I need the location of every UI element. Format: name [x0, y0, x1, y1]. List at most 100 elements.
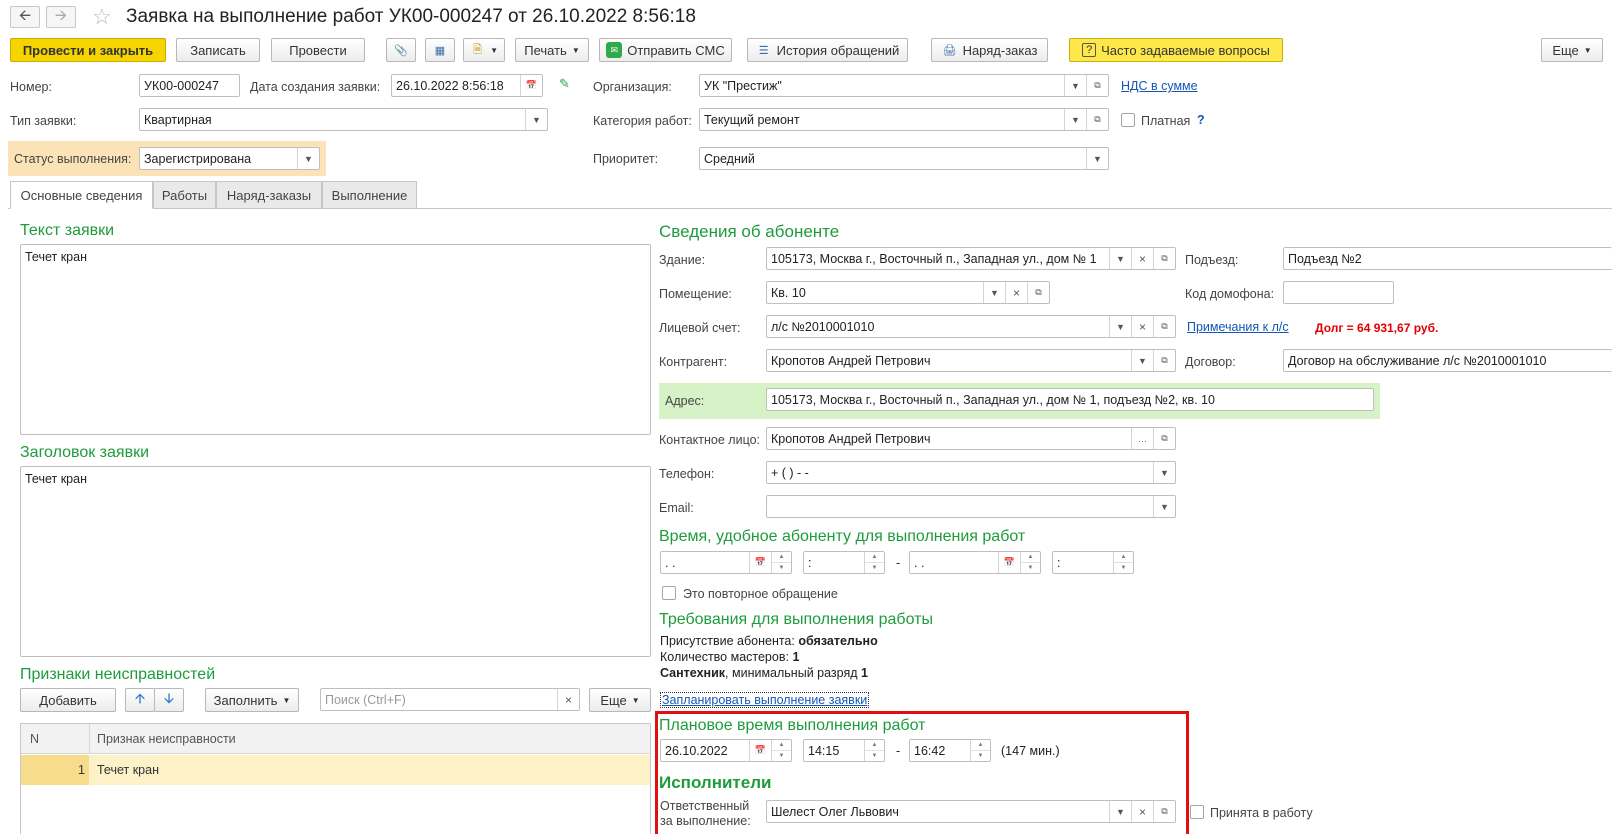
- room-field[interactable]: Кв. 10 ▼ × ⧉: [766, 281, 1050, 304]
- account-notes-link[interactable]: Примечания к л/с: [1187, 320, 1289, 334]
- status-field[interactable]: Зарегистрирована ▼: [139, 147, 320, 170]
- clear-icon[interactable]: ×: [1131, 248, 1153, 269]
- open-icon[interactable]: ⧉: [1086, 109, 1108, 130]
- dropdown-icon[interactable]: ▼: [525, 109, 547, 130]
- org-field[interactable]: УК "Престиж" ▼ ⧉: [699, 74, 1109, 97]
- more-button[interactable]: Еще ▼: [1541, 38, 1603, 62]
- send-sms-button[interactable]: ✉ Отправить СМС: [599, 38, 732, 62]
- date-stepper[interactable]: ▲ ▼: [771, 552, 791, 573]
- tab-main[interactable]: Основные сведения: [10, 181, 153, 209]
- favorite-star-icon[interactable]: ☆: [92, 4, 112, 30]
- created-field[interactable]: 26.10.2022 8:56:18 📅: [391, 74, 543, 97]
- request-heading-area[interactable]: Течет кран: [20, 466, 651, 657]
- attach-button[interactable]: 📎: [386, 38, 416, 62]
- request-text-area[interactable]: Течет кран: [20, 244, 651, 435]
- dropdown-icon[interactable]: ▼: [983, 282, 1005, 303]
- time-stepper[interactable]: ▲ ▼: [970, 740, 990, 761]
- calendar-icon[interactable]: 📅: [749, 552, 771, 573]
- time-stepper[interactable]: ▲ ▼: [864, 740, 884, 761]
- select-ellipsis-icon[interactable]: …: [1131, 428, 1153, 449]
- post-button[interactable]: Провести: [271, 38, 365, 62]
- clear-icon[interactable]: ×: [1131, 316, 1153, 337]
- planned-date-field[interactable]: 26.10.2022 📅 ▲ ▼: [660, 739, 792, 762]
- open-icon[interactable]: ⧉: [1027, 282, 1049, 303]
- dropdown-icon[interactable]: ▼: [1086, 148, 1108, 169]
- time-stepper[interactable]: ▲ ▼: [864, 552, 884, 573]
- dropdown-icon[interactable]: ▼: [1064, 109, 1086, 130]
- add-button[interactable]: Добавить: [20, 688, 116, 712]
- planned-time-to[interactable]: 16:42 ▲ ▼: [909, 739, 991, 762]
- structure-button[interactable]: ▦: [425, 38, 455, 62]
- clear-icon[interactable]: ×: [1005, 282, 1027, 303]
- tab-execution[interactable]: Выполнение: [322, 181, 417, 209]
- contact-field[interactable]: Кропотов Андрей Петрович … ⧉: [766, 427, 1176, 450]
- edit-date-icon[interactable]: ✎: [559, 76, 570, 92]
- dropdown-icon[interactable]: ▼: [297, 148, 319, 169]
- dropdown-icon[interactable]: ▼: [1109, 801, 1131, 822]
- table-more-button[interactable]: Еще ▼: [589, 688, 651, 712]
- history-button[interactable]: ☰ История обращений: [747, 38, 908, 62]
- dropdown-icon[interactable]: ▼: [1131, 350, 1153, 371]
- email-field[interactable]: ▼: [766, 495, 1176, 518]
- paid-checkbox[interactable]: [1121, 113, 1135, 127]
- planned-time-from[interactable]: 14:15 ▲ ▼: [803, 739, 885, 762]
- create-based-button[interactable]: 🗎 ▼: [463, 38, 505, 62]
- building-field[interactable]: 105173, Москва г., Восточный п., Западна…: [766, 247, 1176, 270]
- date-stepper[interactable]: ▲ ▼: [771, 740, 791, 761]
- contractor-field[interactable]: Кропотов Андрей Петрович ▼ ⧉: [766, 349, 1176, 372]
- work-order-button[interactable]: 🖨 Наряд-заказ: [931, 38, 1048, 62]
- dropdown-icon[interactable]: ▼: [1109, 316, 1131, 337]
- number-field[interactable]: УК00-000247: [139, 74, 240, 97]
- calendar-icon[interactable]: 📅: [749, 740, 771, 761]
- entrance-field[interactable]: Подъезд №2: [1283, 247, 1612, 270]
- open-icon[interactable]: ⧉: [1153, 801, 1175, 822]
- back-button[interactable]: 🡨: [10, 6, 40, 28]
- help-link[interactable]: ?: [1197, 113, 1205, 127]
- open-icon[interactable]: ⧉: [1086, 75, 1108, 96]
- plan-execution-link[interactable]: Запланировать выполнение заявки: [660, 692, 870, 708]
- accepted-checkbox[interactable]: [1190, 805, 1204, 819]
- address-field[interactable]: 105173, Москва г., Восточный п., Западна…: [766, 388, 1374, 411]
- intercom-field[interactable]: [1283, 281, 1394, 304]
- move-down-button[interactable]: 🡫: [154, 688, 184, 712]
- fill-button[interactable]: Заполнить ▼: [205, 688, 299, 712]
- col-n-header[interactable]: N: [30, 732, 39, 746]
- open-icon[interactable]: ⧉: [1153, 428, 1175, 449]
- contract-field[interactable]: Договор на обслуживание л/с №2010001010: [1283, 349, 1612, 372]
- repeat-request-checkbox[interactable]: [662, 586, 676, 600]
- convenient-time-to[interactable]: : ▲ ▼: [1052, 551, 1134, 574]
- print-button[interactable]: Печать ▼: [515, 38, 589, 62]
- col-sign-header[interactable]: Признак неисправности: [97, 732, 236, 746]
- forward-button[interactable]: 🡪: [46, 6, 76, 28]
- time-stepper[interactable]: ▲ ▼: [1113, 552, 1133, 573]
- search-input[interactable]: Поиск (Ctrl+F) ×: [320, 688, 580, 711]
- tab-orders[interactable]: Наряд-заказы: [216, 181, 322, 209]
- open-icon[interactable]: ⧉: [1153, 248, 1175, 269]
- table-row[interactable]: 1 Течет кран: [21, 755, 650, 785]
- tab-works[interactable]: Работы: [153, 181, 216, 209]
- dropdown-icon[interactable]: ▼: [1109, 248, 1131, 269]
- priority-field[interactable]: Средний ▼: [699, 147, 1109, 170]
- type-field[interactable]: Квартирная ▼: [139, 108, 548, 131]
- convenient-date-to[interactable]: . . 📅 ▲ ▼: [909, 551, 1041, 574]
- open-icon[interactable]: ⧉: [1153, 350, 1175, 371]
- date-stepper[interactable]: ▲ ▼: [1020, 552, 1040, 573]
- vat-link[interactable]: НДС в сумме: [1121, 79, 1198, 93]
- dropdown-icon[interactable]: ▼: [1153, 462, 1175, 483]
- account-field[interactable]: л/с №2010001010 ▼ × ⧉: [766, 315, 1176, 338]
- category-field[interactable]: Текущий ремонт ▼ ⧉: [699, 108, 1109, 131]
- post-and-close-button[interactable]: Провести и закрыть: [10, 38, 166, 62]
- phone-field[interactable]: + ( ) - - ▼: [766, 461, 1176, 484]
- move-up-button[interactable]: 🡩: [125, 688, 155, 712]
- calendar-icon[interactable]: 📅: [520, 75, 542, 96]
- convenient-date-from[interactable]: . . 📅 ▲ ▼: [660, 551, 792, 574]
- open-icon[interactable]: ⧉: [1153, 316, 1175, 337]
- dropdown-icon[interactable]: ▼: [1153, 496, 1175, 517]
- faq-button[interactable]: ? Часто задаваемые вопросы: [1069, 38, 1283, 62]
- responsible-field[interactable]: Шелест Олег Львович ▼ × ⧉: [766, 800, 1176, 823]
- clear-icon[interactable]: ×: [557, 689, 579, 710]
- clear-icon[interactable]: ×: [1131, 801, 1153, 822]
- dropdown-icon[interactable]: ▼: [1064, 75, 1086, 96]
- calendar-icon[interactable]: 📅: [998, 552, 1020, 573]
- convenient-time-from[interactable]: : ▲ ▼: [803, 551, 885, 574]
